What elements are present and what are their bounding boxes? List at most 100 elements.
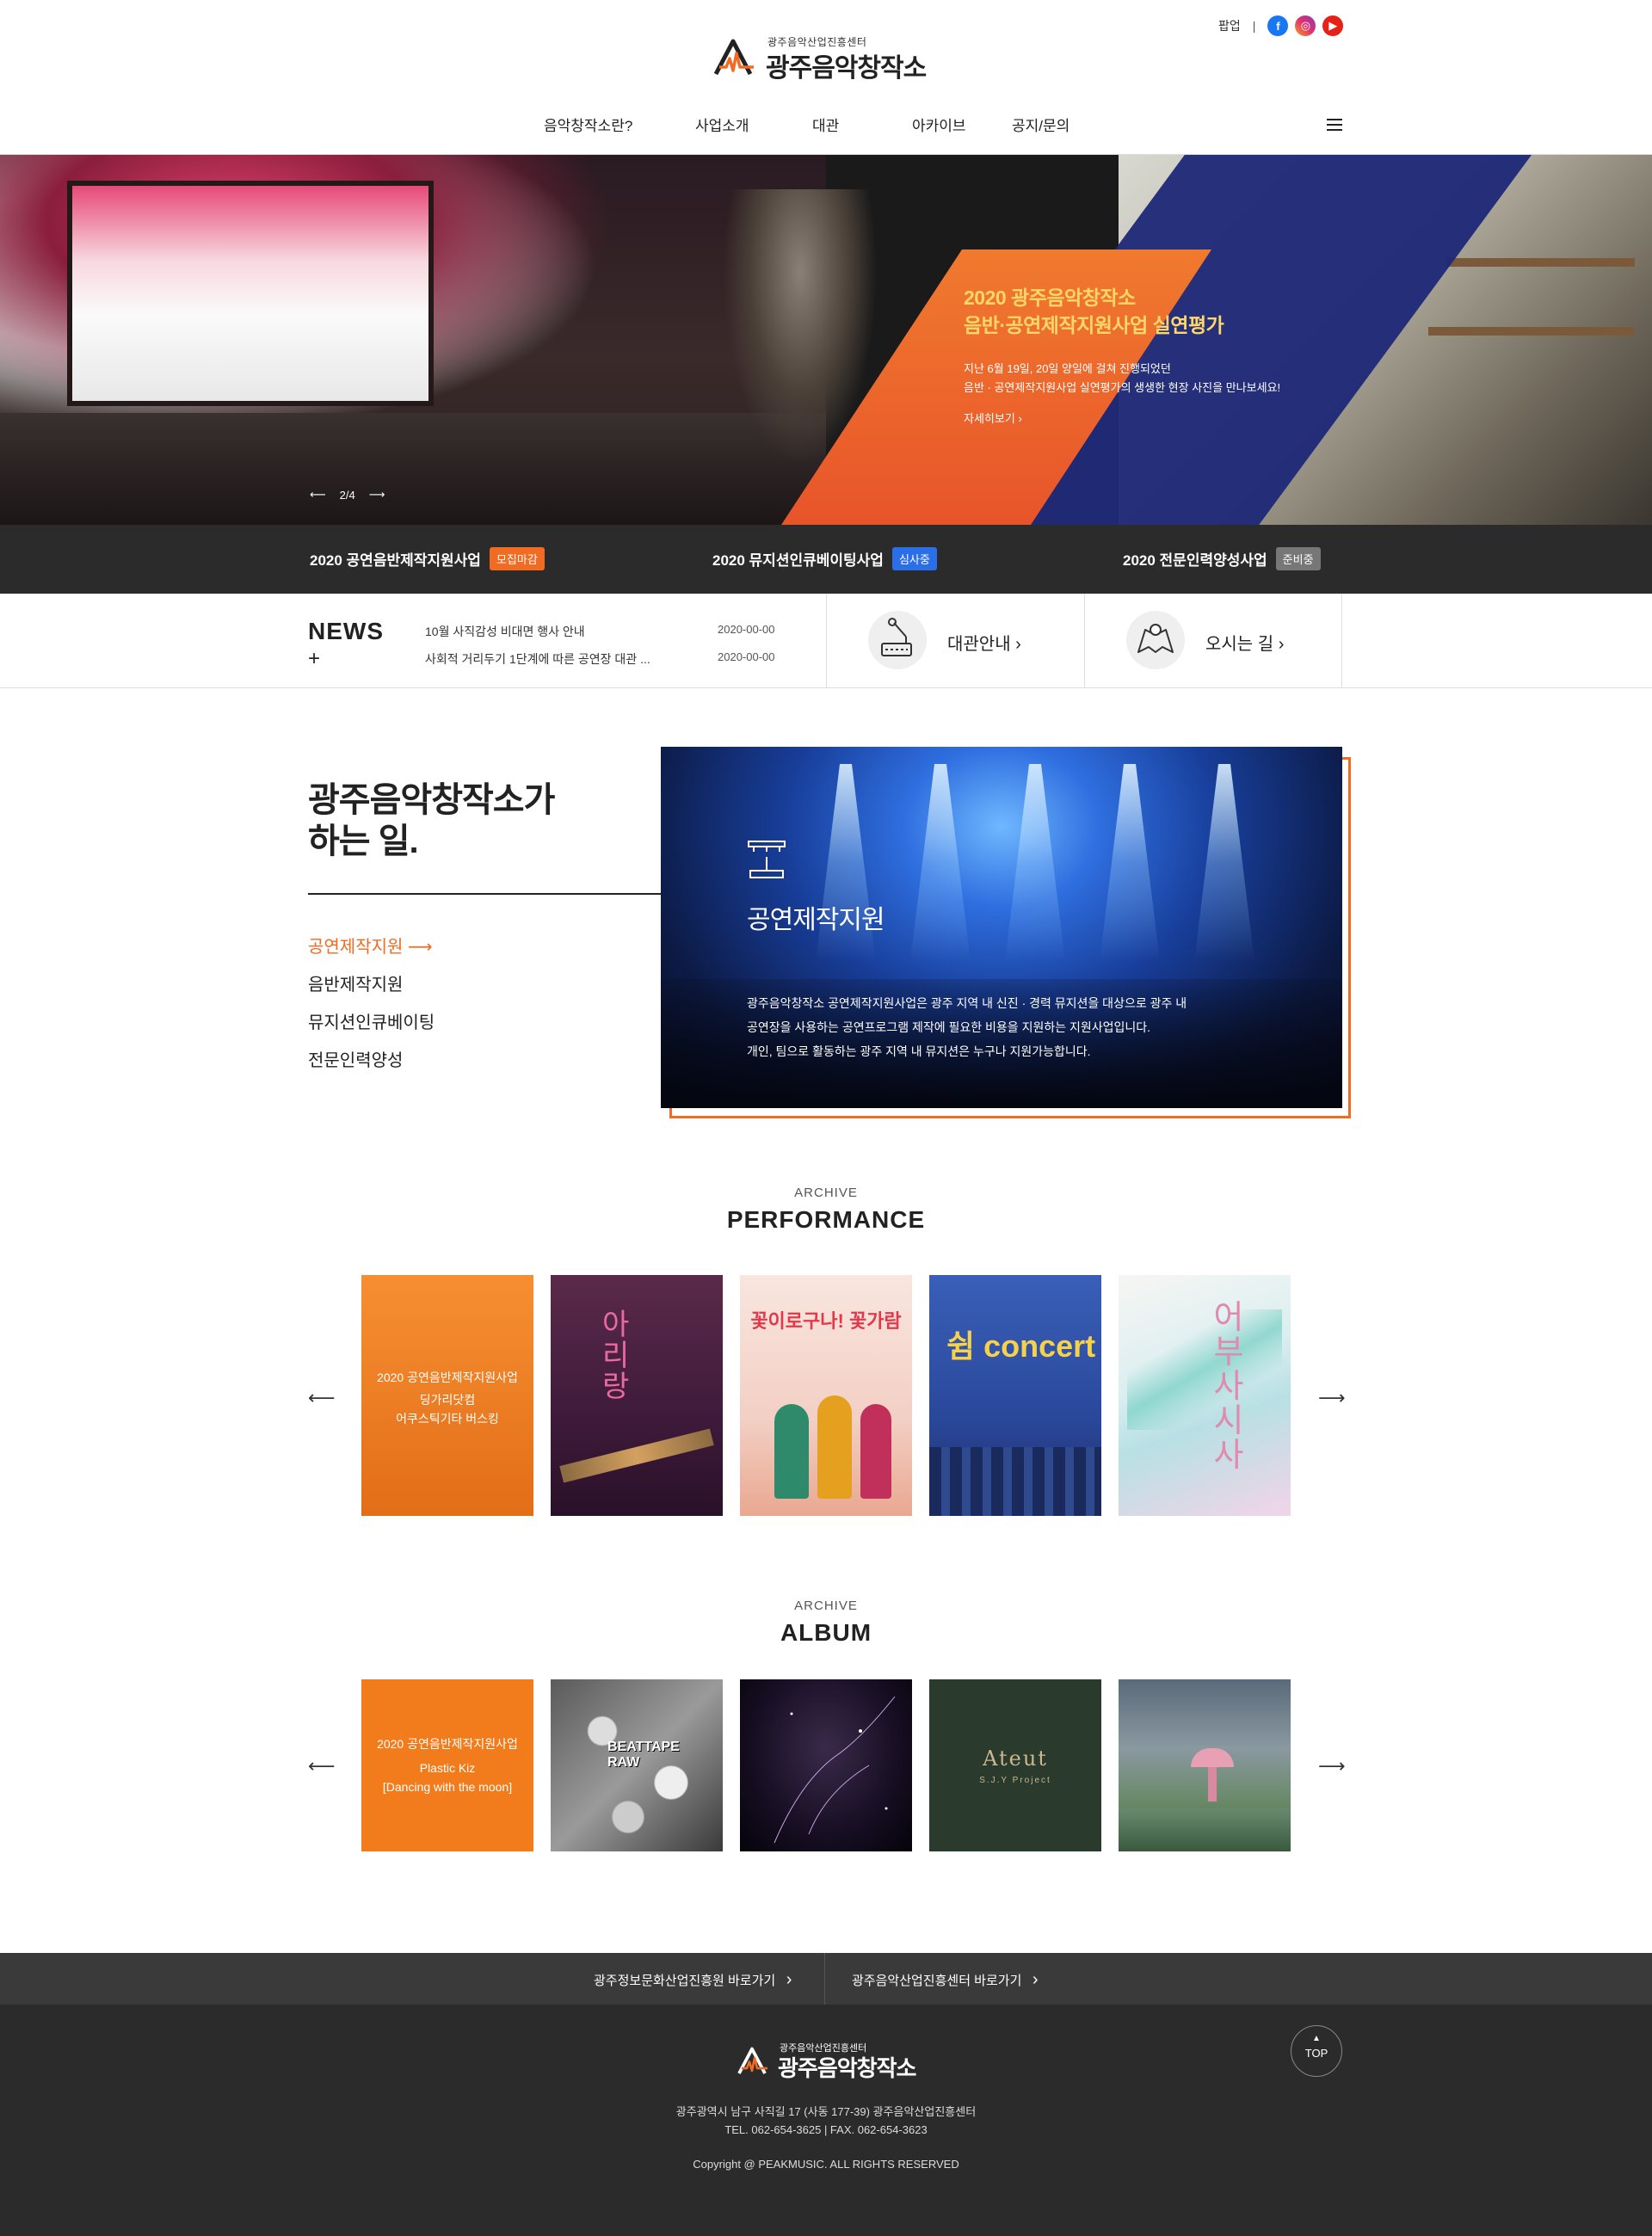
nav-item-about[interactable]: 음악창작소란? xyxy=(544,114,632,135)
instagram-icon[interactable]: ◎ xyxy=(1295,15,1316,36)
stage-icon xyxy=(748,841,786,878)
poster-title: 쉼 concert xyxy=(946,1328,1096,1364)
section-title-line1: 광주음악창작소가 xyxy=(308,781,555,819)
album-card[interactable]: Ateut S.J.Y Project xyxy=(929,1679,1101,1851)
what-tab-training[interactable]: 전문인력양성 xyxy=(308,1046,403,1071)
divider xyxy=(824,1953,825,2005)
family-site-bar: 광주정보문화산업진흥원 바로가기 › 광주음악산업진흥센터 바로가기 › xyxy=(0,1953,1652,2005)
album-card[interactable]: BEATTAPE RAW xyxy=(551,1679,723,1851)
news-more-plus-icon[interactable]: + xyxy=(308,647,320,671)
hero-pager-count: 2/4 xyxy=(339,488,355,502)
site-logo[interactable]: 광주음악산업진흥센터 광주음악창작소 xyxy=(712,33,941,83)
nav-item-archive[interactable]: 아카이브 xyxy=(912,114,966,135)
logo-mark-icon xyxy=(713,39,754,76)
card-caption: 2020 공연음반제작지원사업 Plastic Kiz [Dancing wit… xyxy=(377,1737,518,1794)
program-name: 2020 전문인력양성사업 xyxy=(1123,552,1267,569)
prev-arrow-icon[interactable]: ⟵ xyxy=(308,1387,336,1409)
hero-description: 지난 6월 19일, 20일 양일에 걸쳐 진행되었던 음반 · 공연제작지원사… xyxy=(964,360,1325,397)
section-title: 광주음악창작소가 하는 일. xyxy=(308,779,555,862)
feature-title: 공연제작지원 xyxy=(747,906,885,934)
quicklink-rental[interactable]: 대관안내 › xyxy=(826,594,1084,688)
program-name: 2020 뮤지션인큐베이팅사업 xyxy=(712,552,884,569)
family-link-gicon[interactable]: 광주정보문화산업진흥원 바로가기 › xyxy=(594,1970,792,1990)
performance-card[interactable]: 아리랑 xyxy=(551,1275,723,1516)
hero-title: 2020 광주음악창작소 음반·공연제작지원사업 실연평가 xyxy=(964,284,1325,339)
performance-card[interactable]: 꽃이로구나! 꽃가람 xyxy=(740,1275,912,1516)
news-date: 2020-00-00 xyxy=(718,650,775,663)
hero-desc-line1: 지난 6월 19일, 20일 양일에 걸쳐 진행되었던 xyxy=(964,362,1171,375)
scroll-top-label: TOP xyxy=(1304,2047,1328,2060)
site-header: 광주음악산업진흥센터 광주음악창작소 팝업 | f ◎ ▶ 음악창작소란? 사업… xyxy=(0,0,1652,155)
performance-card[interactable]: 2020 공연음반제작지원사업 딩가리닷컴 어쿠스틱기타 버스킹 xyxy=(361,1275,533,1516)
family-link-music-center[interactable]: 광주음악산업진흥센터 바로가기 › xyxy=(852,1970,1039,1990)
hero-pager: ⟵ 2/4 ⟶ xyxy=(310,488,385,502)
album-cover-title: BEATTAPE RAW xyxy=(607,1740,680,1770)
facebook-icon[interactable]: f xyxy=(1267,15,1289,36)
nav-item-business[interactable]: 사업소개 xyxy=(695,114,749,135)
prev-arrow-icon[interactable]: ⟵ xyxy=(310,488,326,502)
prev-arrow-icon[interactable]: ⟵ xyxy=(308,1755,336,1777)
footer-logo-title: 광주음악창작소 xyxy=(778,2055,916,2081)
album-card[interactable] xyxy=(1119,1679,1291,1851)
hero-photo-stage xyxy=(0,155,878,525)
album-cover-title: Ateut xyxy=(983,1746,1048,1771)
chevron-right-icon: › xyxy=(1018,412,1022,425)
performance-card[interactable]: 쉼 concert xyxy=(929,1275,1101,1516)
what-tab-incubating[interactable]: 뮤지션인큐베이팅 xyxy=(308,1008,435,1033)
chevron-right-icon: › xyxy=(1032,1970,1039,1989)
hero-more-link[interactable]: 자세히보기 › xyxy=(964,410,1325,426)
hamburger-menu-icon[interactable] xyxy=(1327,119,1342,132)
hero-more-label: 자세히보기 xyxy=(964,412,1015,425)
card-caption: 2020 공연음반제작지원사업 딩가리닷컴 어쿠스틱기타 버스킹 xyxy=(377,1371,518,1426)
news-item[interactable]: 10월 사직감성 비대면 행사 안내 2020-00-00 xyxy=(425,623,786,640)
map-icon xyxy=(1126,611,1185,669)
status-badge: 심사중 xyxy=(891,547,937,570)
what-tab-album[interactable]: 음반제작지원 xyxy=(308,970,403,995)
next-arrow-icon[interactable]: ⟶ xyxy=(1318,1755,1346,1777)
scroll-top-button[interactable]: ▲ TOP xyxy=(1291,2025,1342,2077)
album-cover-art xyxy=(774,1696,896,1844)
archive-subtitle: ARCHIVE xyxy=(794,1186,858,1200)
youtube-icon[interactable]: ▶ xyxy=(1322,15,1344,36)
news-quicklink-row: NEWS + 10월 사직감성 비대면 행사 안내 2020-00-00 사회적… xyxy=(0,594,1652,688)
nav-item-rental[interactable]: 대관 xyxy=(812,114,839,135)
program-item[interactable]: 2020 공연음반제작지원사업 모집마감 xyxy=(310,547,545,570)
main-navigation: 음악창작소란? 사업소개 대관 아카이브 공지/문의 xyxy=(516,114,1136,139)
hero-title-line1: 2020 광주음악창작소 xyxy=(964,286,1136,309)
footer-address: 광주광역시 남구 사직길 17 (사동 177-39) 광주음악산업진흥센터 xyxy=(675,2105,977,2118)
section-rule xyxy=(308,893,712,895)
footer-logo: 광주음악산업진흥센터 광주음악창작소 xyxy=(737,2041,926,2082)
feature-description: 광주음악창작소 공연제작지원사업은 광주 지역 내 신진 · 경력 뮤지션을 대… xyxy=(747,991,1229,1063)
archive-title: PERFORMANCE xyxy=(726,1206,926,1233)
news-item[interactable]: 사회적 거리두기 1단계에 따른 공연장 대관 ... 2020-00-00 xyxy=(425,650,786,668)
poster-title: 꽃이로구나! 꽃가람 xyxy=(750,1310,902,1332)
poster-title: 어부사시사 xyxy=(1213,1300,1244,1474)
logo-mark-icon xyxy=(737,2047,767,2074)
news-heading: NEWS xyxy=(308,618,384,644)
quicklink-label: 오시는 길 › xyxy=(1205,635,1285,654)
quicklink-directions[interactable]: 오시는 길 › xyxy=(1084,594,1342,688)
chevron-right-icon: › xyxy=(1278,635,1285,654)
performance-card[interactable]: 어부사시사 xyxy=(1119,1275,1291,1516)
album-card[interactable]: 2020 공연음반제작지원사업 Plastic Kiz [Dancing wit… xyxy=(361,1679,533,1851)
quicklink-label: 대관안내 › xyxy=(947,635,1021,654)
news-title: 10월 사직감성 비대면 행사 안내 xyxy=(425,625,585,638)
nav-item-notice[interactable]: 공지/문의 xyxy=(1012,114,1069,135)
album-cover-subtitle: S.J.Y Project xyxy=(979,1776,1051,1785)
chevron-right-icon: › xyxy=(786,1970,792,1989)
utility-bar: 팝업 | f ◎ ▶ xyxy=(1218,15,1344,36)
site-footer: 광주음악산업진흥센터 광주음악창작소 ▲ TOP 광주광역시 남구 사직길 17… xyxy=(0,2005,1652,2236)
hero-desc-line2: 음반 · 공연제작지원사업 실연평가의 생생한 현장 사진을 만나보세요! xyxy=(964,381,1281,394)
what-tab-performance[interactable]: 공연제작지원 ⟶ xyxy=(308,933,433,958)
next-arrow-icon[interactable]: ⟶ xyxy=(1318,1387,1346,1409)
program-item[interactable]: 2020 전문인력양성사업 준비중 xyxy=(1123,547,1321,570)
section-title-line2: 하는 일. xyxy=(308,822,419,860)
feature-desc-line: 공연장을 사용하는 공연프로그램 제작에 필요한 비용을 지원하는 지원사업입니… xyxy=(747,1020,1151,1034)
program-item[interactable]: 2020 뮤지션인큐베이팅사업 심사중 xyxy=(712,547,937,570)
caret-up-icon: ▲ xyxy=(1312,2034,1321,2043)
popup-link[interactable]: 팝업 xyxy=(1218,17,1241,34)
chevron-right-icon: › xyxy=(1015,635,1021,654)
next-arrow-icon[interactable]: ⟶ xyxy=(369,488,385,502)
album-card[interactable] xyxy=(740,1679,912,1851)
poster-title: 아리랑 xyxy=(602,1309,630,1403)
